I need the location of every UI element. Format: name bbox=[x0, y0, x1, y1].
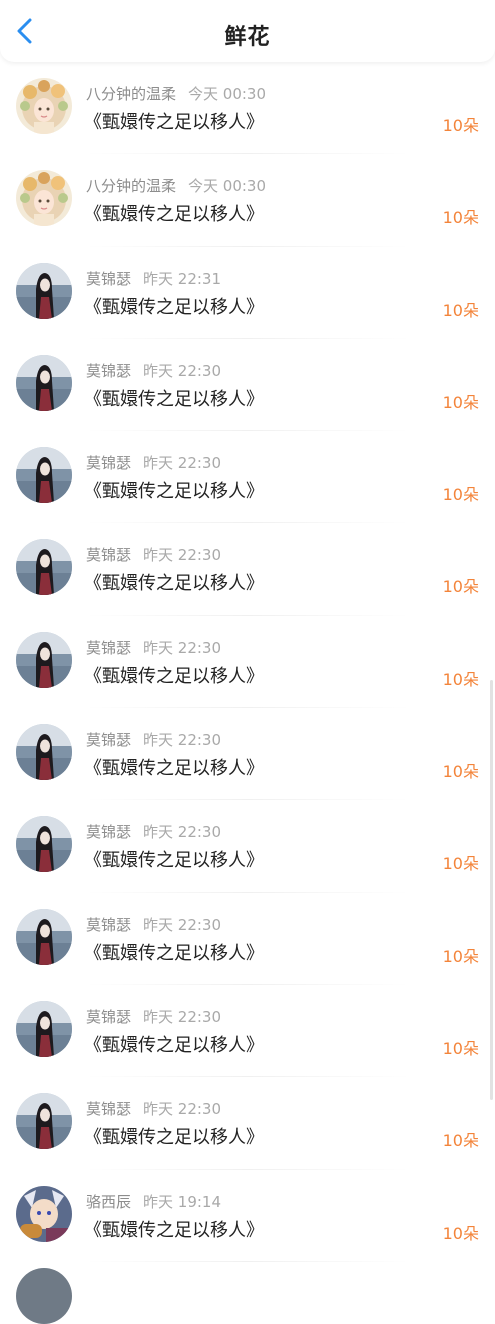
avatar bbox=[16, 1268, 72, 1324]
list-item[interactable]: 莫锦瑟 昨天 22:30 《甄嬛传之足以移人》 10朵 bbox=[0, 985, 495, 1078]
book-title[interactable]: 《甄嬛传之足以移人》 bbox=[84, 108, 264, 134]
list-item[interactable]: 莫锦瑟 昨天 22:31 《甄嬛传之足以移人》 10朵 bbox=[0, 247, 495, 339]
list-item[interactable]: 莫锦瑟 昨天 22:30 《甄嬛传之足以移人》 10朵 bbox=[0, 1077, 495, 1170]
book-title[interactable]: 《甄嬛传之足以移人》 bbox=[84, 754, 264, 780]
user-name: 莫锦瑟 昨天 22:30 bbox=[86, 637, 221, 658]
user-name: 莫锦瑟 昨天 22:30 bbox=[86, 452, 221, 473]
user-name-text: 莫锦瑟 bbox=[86, 1007, 132, 1026]
book-title[interactable]: 《甄嬛传之足以移人》 bbox=[84, 385, 264, 411]
scrollbar[interactable] bbox=[490, 680, 493, 1100]
flower-count: 10朵 bbox=[442, 577, 479, 597]
avatar[interactable] bbox=[16, 816, 72, 873]
timestamp: 昨天 19:14 bbox=[143, 1192, 222, 1211]
list-item[interactable]: 八分钟的温柔 今天 00:30 《甄嬛传之足以移人》 10朵 bbox=[0, 154, 495, 247]
timestamp: 昨天 22:30 bbox=[143, 638, 222, 657]
user-name-text: 莫锦瑟 bbox=[86, 269, 132, 288]
avatar[interactable] bbox=[16, 78, 72, 134]
list-item[interactable]: 莫锦瑟 昨天 22:30 《甄嬛传之足以移人》 10朵 bbox=[0, 800, 495, 893]
flower-count: 10朵 bbox=[442, 946, 479, 966]
book-title[interactable]: 《甄嬛传之足以移人》 bbox=[84, 569, 264, 595]
top-bar: 鲜花 bbox=[0, 0, 495, 62]
list-item[interactable]: 莫锦瑟 昨天 22:30 《甄嬛传之足以移人》 10朵 bbox=[0, 893, 495, 985]
avatar[interactable] bbox=[16, 1093, 72, 1150]
book-title[interactable]: 《甄嬛传之足以移人》 bbox=[84, 200, 264, 226]
user-name: 莫锦瑟 昨天 22:30 bbox=[86, 1098, 221, 1119]
timestamp: 今天 00:30 bbox=[188, 85, 267, 103]
page-title: 鲜花 bbox=[224, 25, 271, 50]
book-title[interactable]: 《甄嬛传之足以移人》 bbox=[84, 1123, 264, 1149]
book-title[interactable]: 《甄嬛传之足以移人》 bbox=[84, 846, 264, 872]
book-title[interactable]: 《甄嬛传之足以移人》 bbox=[84, 939, 264, 965]
avatar[interactable] bbox=[16, 908, 72, 965]
avatar[interactable] bbox=[16, 354, 72, 411]
user-name-text: 莫锦瑟 bbox=[86, 454, 132, 473]
flower-count: 10朵 bbox=[442, 1038, 479, 1058]
timestamp: 昨天 22:30 bbox=[143, 1100, 222, 1119]
book-title[interactable]: 《甄嬛传之足以移人》 bbox=[84, 1216, 264, 1242]
list-item[interactable]: 八分钟的温柔 今天 00:30 《甄嬛传之足以移人》 10朵 bbox=[0, 62, 495, 155]
flower-count: 10朵 bbox=[442, 1131, 479, 1151]
user-name: 骆西辰 昨天 19:14 bbox=[86, 1191, 221, 1212]
book-title[interactable]: 《甄嬛传之足以移人》 bbox=[84, 293, 264, 319]
avatar[interactable] bbox=[16, 170, 72, 227]
user-name: 八分钟的温柔 今天 00:30 bbox=[86, 83, 266, 104]
user-name: 莫锦瑟 昨天 22:30 bbox=[86, 729, 221, 750]
flower-count: 10朵 bbox=[442, 208, 479, 228]
user-name: 八分钟的温柔 今天 00:30 bbox=[86, 175, 266, 196]
list-item[interactable]: 骆西辰 昨天 19:14 《甄嬛传之足以移人》 10朵 bbox=[0, 1170, 495, 1262]
book-title[interactable]: 《甄嬛传之足以移人》 bbox=[84, 477, 264, 503]
user-name-text: 莫锦瑟 bbox=[86, 361, 132, 380]
timestamp: 今天 00:30 bbox=[188, 177, 267, 196]
user-name-text: 莫锦瑟 bbox=[86, 823, 132, 842]
user-name-text: 莫锦瑟 bbox=[86, 915, 132, 934]
user-name-text: 八分钟的温柔 bbox=[86, 85, 177, 103]
book-title[interactable]: 《甄嬛传之足以移人》 bbox=[84, 1031, 264, 1057]
user-name-text: 骆西辰 bbox=[86, 1192, 132, 1211]
user-name-text: 莫锦瑟 bbox=[86, 638, 132, 657]
timestamp: 昨天 22:30 bbox=[143, 454, 222, 473]
avatar[interactable] bbox=[16, 1000, 72, 1057]
user-name-text: 莫锦瑟 bbox=[86, 731, 132, 750]
flower-count: 10朵 bbox=[442, 762, 479, 782]
user-name-text: 八分钟的温柔 bbox=[86, 177, 177, 196]
list-item[interactable]: 莫锦瑟 昨天 22:30 《甄嬛传之足以移人》 10朵 bbox=[0, 616, 495, 709]
user-name: 莫锦瑟 昨天 22:30 bbox=[86, 544, 221, 565]
flower-count: 10朵 bbox=[442, 392, 479, 412]
flower-count: 10朵 bbox=[442, 1223, 479, 1243]
user-name-text: 莫锦瑟 bbox=[86, 546, 132, 565]
user-name: 莫锦瑟 昨天 22:30 bbox=[86, 1006, 221, 1027]
timestamp: 昨天 22:30 bbox=[143, 1007, 222, 1026]
avatar[interactable] bbox=[16, 447, 72, 504]
user-name-text: 莫锦瑟 bbox=[86, 1100, 132, 1119]
avatar[interactable] bbox=[16, 539, 72, 596]
flower-count: 10朵 bbox=[442, 116, 479, 135]
list-item[interactable]: 莫锦瑟 昨天 22:30 《甄嬛传之足以移人》 10朵 bbox=[0, 708, 495, 801]
timestamp: 昨天 22:30 bbox=[143, 361, 222, 380]
user-name: 莫锦瑟 昨天 22:30 bbox=[86, 360, 221, 381]
timestamp: 昨天 22:30 bbox=[143, 915, 222, 934]
user-name: 莫锦瑟 昨天 22:31 bbox=[86, 268, 221, 289]
list-item[interactable]: 莫锦瑟 昨天 22:30 《甄嬛传之足以移人》 10朵 bbox=[0, 431, 495, 524]
divider bbox=[84, 1260, 411, 1262]
user-name: 莫锦瑟 昨天 22:30 bbox=[86, 821, 221, 842]
book-title[interactable]: 《甄嬛传之足以移人》 bbox=[84, 662, 264, 688]
avatar[interactable] bbox=[16, 262, 72, 319]
list-item[interactable]: 莫锦瑟 昨天 22:30 《甄嬛传之足以移人》 10朵 bbox=[0, 339, 495, 432]
timestamp: 昨天 22:30 bbox=[143, 823, 222, 842]
timestamp: 昨天 22:30 bbox=[143, 731, 222, 750]
flower-count: 10朵 bbox=[442, 300, 479, 320]
avatar[interactable] bbox=[16, 631, 72, 688]
avatar[interactable] bbox=[16, 1185, 72, 1242]
flower-count: 10朵 bbox=[442, 669, 479, 689]
timestamp: 昨天 22:31 bbox=[143, 269, 222, 288]
list-item[interactable]: 莫锦瑟 昨天 22:30 《甄嬛传之足以移人》 10朵 bbox=[0, 523, 495, 616]
flower-count: 10朵 bbox=[442, 485, 479, 505]
flower-count: 10朵 bbox=[442, 854, 479, 874]
timestamp: 昨天 22:30 bbox=[143, 546, 222, 565]
avatar[interactable] bbox=[16, 724, 72, 781]
flower-gift-list: 八分钟的温柔 今天 00:30 《甄嬛传之足以移人》 10朵 八分钟的温柔 今天 00:3… bbox=[0, 62, 495, 1262]
user-name: 莫锦瑟 昨天 22:30 bbox=[86, 914, 221, 935]
